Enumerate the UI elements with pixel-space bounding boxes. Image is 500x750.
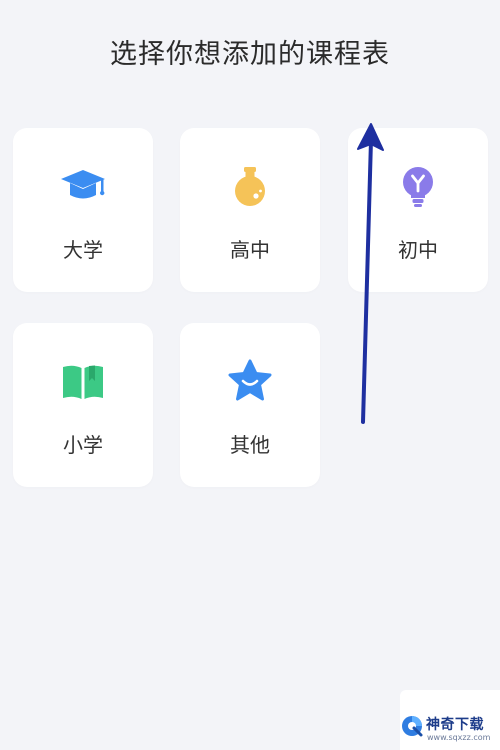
- category-card-other[interactable]: 其他: [180, 323, 320, 487]
- flask-icon: [235, 167, 265, 206]
- category-card-primary-school[interactable]: 小学: [13, 323, 153, 487]
- book-icon: [63, 365, 103, 399]
- watermark-url: www.sqxzz.com: [427, 733, 491, 742]
- graduation-cap-icon: [61, 170, 105, 199]
- category-label: 高中: [230, 238, 270, 262]
- lightbulb-icon: [403, 167, 433, 207]
- watermark-name: 神奇下载: [426, 717, 484, 733]
- category-card-middle-school[interactable]: 初中: [348, 128, 488, 292]
- star-icon: [228, 359, 272, 401]
- category-label: 大学: [63, 238, 103, 262]
- page-title: 选择你想添加的课程表: [110, 39, 390, 70]
- category-label: 初中: [398, 238, 438, 262]
- category-label: 小学: [63, 433, 103, 457]
- category-card-university[interactable]: 大学: [13, 128, 153, 292]
- watermark-logo-icon: [402, 716, 423, 737]
- category-label: 其他: [230, 433, 270, 457]
- watermark: 神奇下载 www.sqxzz.com: [400, 690, 500, 750]
- category-card-high-school[interactable]: 高中: [180, 128, 320, 292]
